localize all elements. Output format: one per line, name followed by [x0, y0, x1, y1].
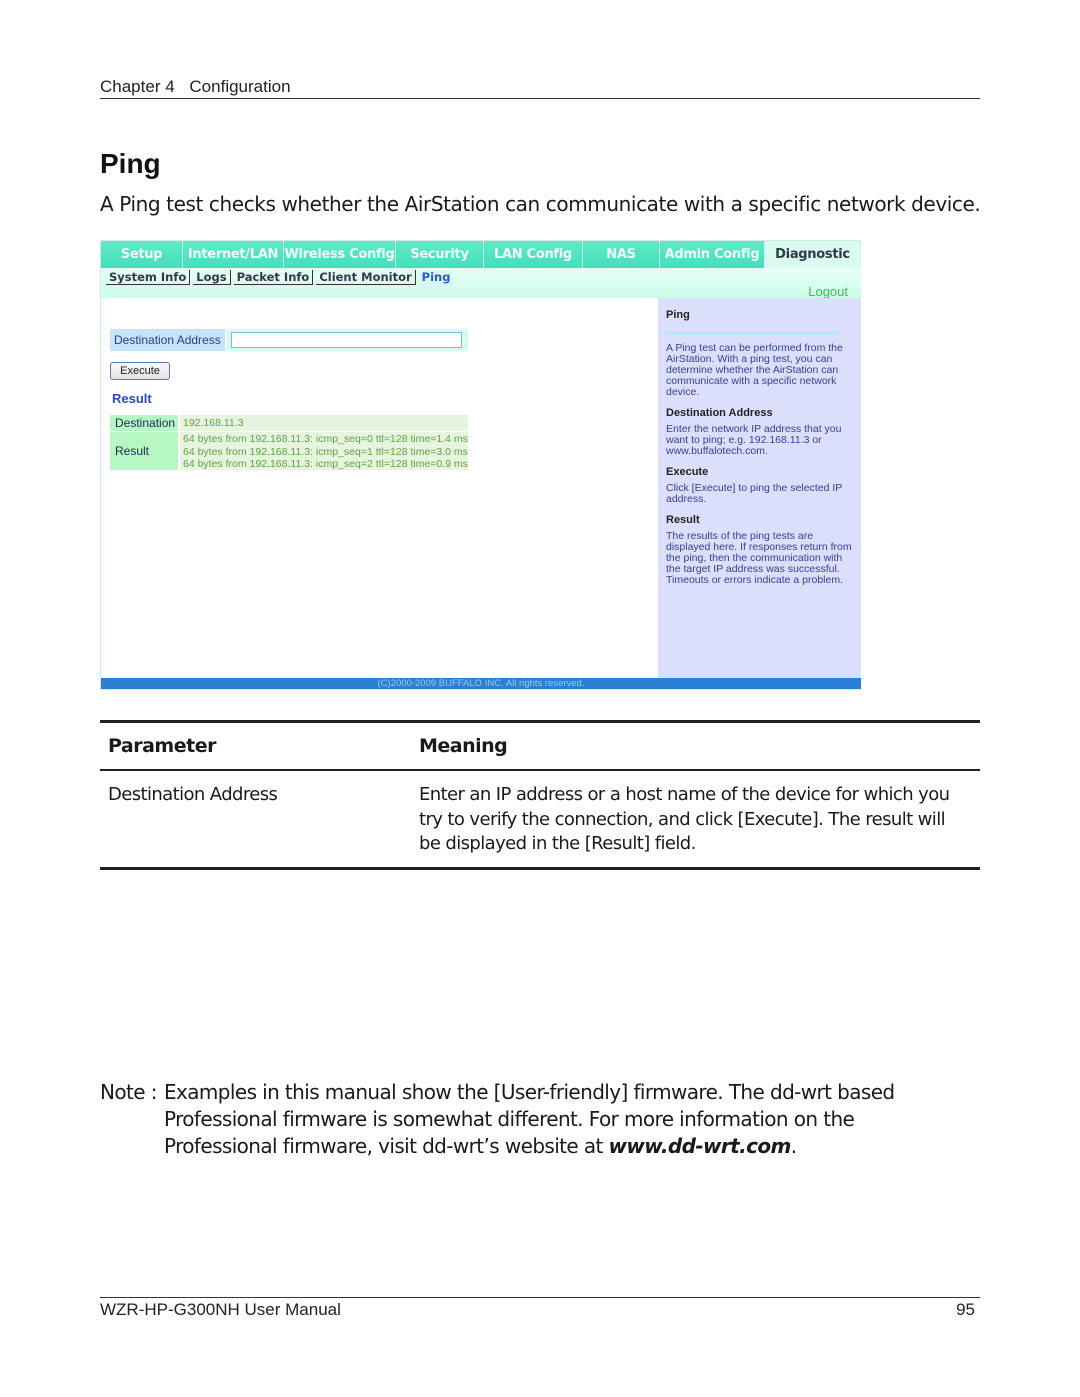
header-parameter: Parameter: [108, 735, 216, 757]
dd-wrt-link[interactable]: www.dd-wrt.com: [609, 1134, 792, 1158]
chapter-number: Chapter 4: [100, 77, 175, 96]
help-text-result: The results of the ping tests are displa…: [666, 530, 852, 586]
subtab-system-info[interactable]: System Info: [106, 270, 191, 285]
tab-diagnostic[interactable]: Diagnostic: [765, 241, 861, 268]
note: Note : Examples in this manual show the …: [100, 1079, 980, 1160]
footer-rule: [100, 1297, 980, 1298]
sub-nav-bar: System Info Logs Packet Info Client Moni…: [101, 268, 861, 298]
parameter-table: Parameter Meaning Destination Address En…: [100, 720, 980, 870]
subtab-client-monitor[interactable]: Client Monitor: [316, 270, 416, 285]
copyright-bar: (C)2000-2009 BUFFALO INC. All rights res…: [101, 678, 861, 689]
row-parameter: Destination Address: [108, 784, 278, 805]
table-header: Parameter Meaning: [100, 723, 980, 769]
subtab-ping[interactable]: Ping: [418, 270, 454, 285]
header-rule: [100, 98, 980, 99]
table-bottom-rule: [100, 866, 980, 870]
page-number: 95: [956, 1300, 975, 1319]
help-heading-destination: Destination Address: [666, 407, 773, 419]
execute-button[interactable]: Execute: [110, 362, 170, 380]
ping-reply-line: 64 bytes from 192.168.11.3: icmp_seq=2 t…: [183, 458, 468, 471]
subtab-packet-info[interactable]: Packet Info: [233, 270, 314, 285]
page-title: Ping: [100, 148, 161, 179]
tab-lan-config[interactable]: LAN Config: [484, 241, 583, 268]
row-meaning: Enter an IP address or a host name of th…: [419, 784, 950, 854]
result-destination-value: 192.168.11.3: [180, 415, 468, 431]
tab-nas[interactable]: NAS: [583, 241, 660, 268]
chapter-title: Configuration: [189, 77, 291, 96]
note-label: Note :: [100, 1080, 157, 1104]
result-output-label: Result: [110, 432, 178, 470]
help-intro: A Ping test can be performed from the Ai…: [666, 342, 843, 398]
result-heading: Result: [112, 391, 152, 406]
table-row: Destination Address Enter an IP address …: [100, 771, 980, 867]
tab-admin-config[interactable]: Admin Config: [660, 241, 765, 268]
result-destination-label: Destination: [110, 415, 178, 431]
note-text-block: Examples in this manual show the [User-f…: [164, 1079, 980, 1160]
result-output-lines: 64 bytes from 192.168.11.3: icmp_seq=0 t…: [180, 432, 468, 470]
help-text-destination: Enter the network IP address that you wa…: [666, 423, 842, 457]
subtab-logs[interactable]: Logs: [193, 270, 231, 285]
result-destination-row: Destination 192.168.11.3: [110, 415, 468, 431]
help-panel: Ping A Ping test can be performed from t…: [658, 298, 860, 678]
destination-address-label: Destination Address: [110, 329, 225, 351]
intro-paragraph: A Ping test checks whether the AirStatio…: [100, 192, 981, 216]
result-output-row: Result 64 bytes from 192.168.11.3: icmp_…: [110, 432, 468, 470]
help-title: Ping: [666, 309, 690, 321]
tab-security[interactable]: Security: [396, 241, 484, 268]
ping-reply-line: 64 bytes from 192.168.11.3: icmp_seq=0 t…: [183, 433, 468, 445]
help-divider: [666, 331, 838, 335]
tab-wireless-config[interactable]: Wireless Config: [284, 241, 396, 268]
help-text-execute: Click [Execute] to ping the selected IP …: [666, 482, 843, 505]
tab-setup[interactable]: Setup: [101, 241, 183, 268]
destination-address-cell: [227, 329, 468, 351]
sub-nav: System Info Logs Packet Info Client Moni…: [106, 270, 456, 285]
ping-reply-line: 64 bytes from 192.168.11.3: icmp_seq=1 t…: [183, 445, 468, 458]
running-header: Chapter 4 Configuration: [100, 77, 980, 97]
header-meaning: Meaning: [419, 735, 508, 757]
help-heading-result: Result: [666, 514, 700, 526]
tab-internet-lan[interactable]: Internet/LAN: [183, 241, 284, 268]
help-heading-execute: Execute: [666, 466, 709, 478]
router-ui-screenshot: Setup Internet/LAN Wireless Config Secur…: [100, 240, 861, 690]
result-table: Destination 192.168.11.3 Result 64 bytes…: [110, 415, 468, 471]
note-end: .: [790, 1134, 797, 1158]
logout-link[interactable]: Logout: [808, 284, 848, 299]
main-nav: Setup Internet/LAN Wireless Config Secur…: [101, 241, 861, 268]
destination-address-input[interactable]: [231, 332, 462, 348]
manual-name: WZR-HP-G300NH User Manual: [100, 1300, 341, 1319]
